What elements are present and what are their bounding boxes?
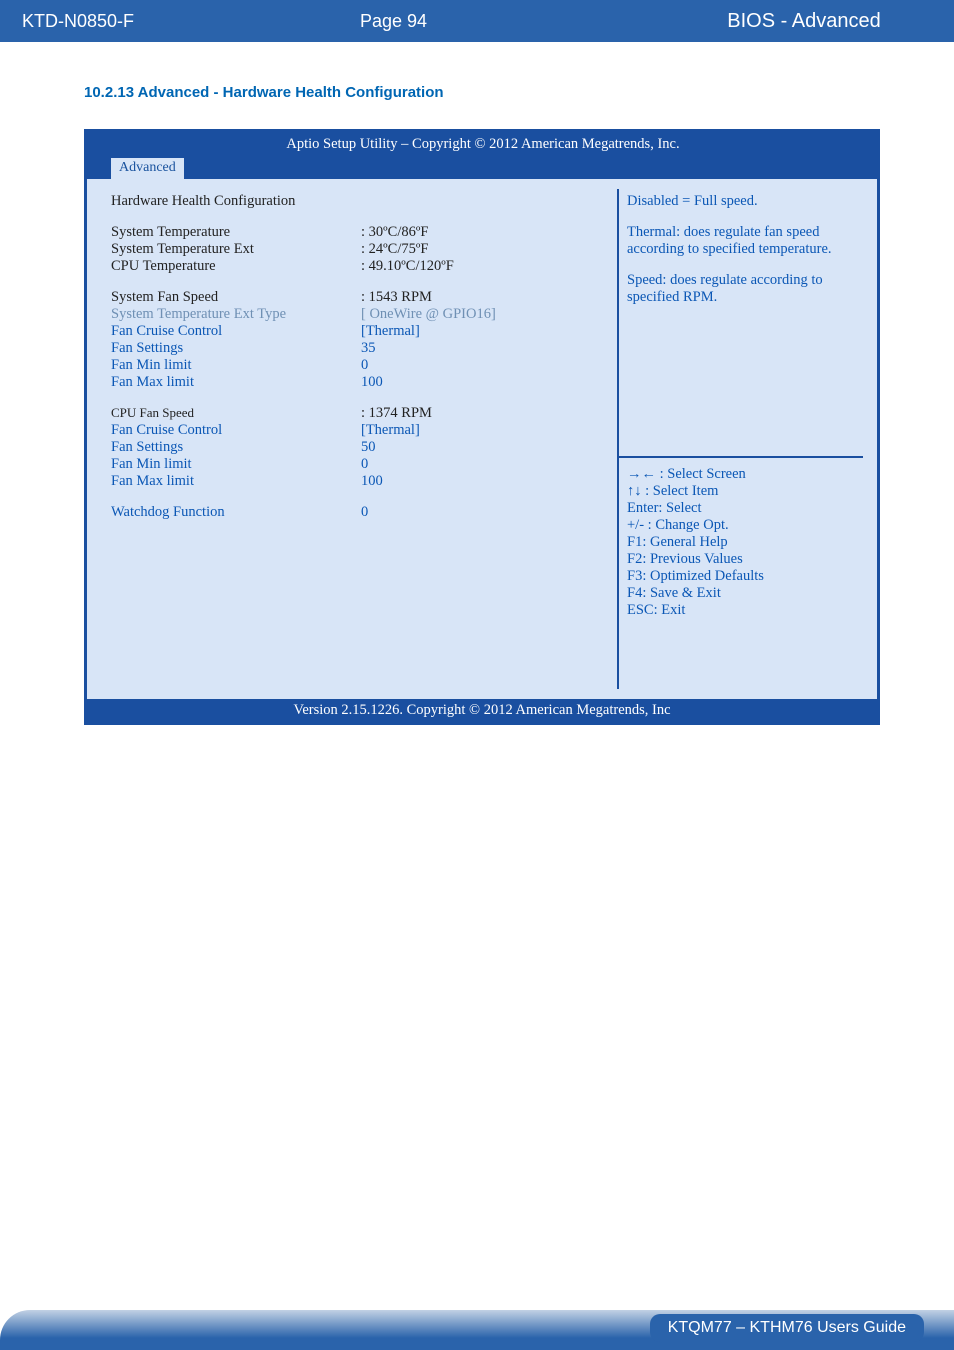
header-section: BIOS - Advanced [654,0,954,42]
fan-max-1-label[interactable]: Fan Max limit [111,374,361,391]
bios-left-pane: Hardware Health Configuration System Tem… [87,179,617,699]
key-change-opt: +/- : Change Opt. [627,517,863,534]
fan-min-1-label[interactable]: Fan Min limit [111,357,361,374]
bios-title: Aptio Setup Utility – Copyright © 2012 A… [87,132,877,157]
key-f1: F1: General Help [627,534,863,551]
key-esc: ESC: Exit [627,602,863,619]
fan-cruise-2-value[interactable]: [Thermal] [361,422,607,439]
fan-settings-1-label[interactable]: Fan Settings [111,340,361,357]
fan-settings-2-label[interactable]: Fan Settings [111,439,361,456]
help-line-1: Disabled = Full speed. [627,193,863,210]
fan-min-2-value[interactable]: 0 [361,456,607,473]
page-footer: KTQM77 – KTHM76 Users Guide [0,1300,954,1350]
footer-guide-label: KTQM77 – KTHM76 Users Guide [650,1314,924,1342]
sys-temp-label: System Temperature [111,224,361,241]
help-divider [619,456,863,458]
fan-min-2-label[interactable]: Fan Min limit [111,456,361,473]
cpu-temp-value: : 49.10ºC/120ºF [361,258,607,275]
bios-tab-row: Advanced [87,157,877,179]
sys-temp-value: : 30ºC/86ºF [361,224,607,241]
fan-max-2-value[interactable]: 100 [361,473,607,490]
bios-help-pane: Disabled = Full speed. Thermal: does reg… [619,179,877,699]
sys-fan-value: : 1543 RPM [361,289,607,306]
tab-advanced[interactable]: Advanced [111,158,184,180]
page-number: Page 94 [360,0,427,42]
cpu-fan-speed-value: : 1374 RPM [361,405,607,422]
watchdog-value[interactable]: 0 [361,504,607,521]
key-select-screen: →← : Select Screen [627,466,863,483]
fan-settings-1-value[interactable]: 35 [361,340,607,357]
fan-cruise-1-label[interactable]: Fan Cruise Control [111,323,361,340]
key-f4: F4: Save & Exit [627,585,863,602]
section-heading: 10.2.13 Advanced - Hardware Health Confi… [84,84,874,101]
key-select-item: ↑↓ : Select Item [627,483,863,500]
fan-max-2-label[interactable]: Fan Max limit [111,473,361,490]
page-header: KTD-N0850-F Page 94 BIOS - Advanced [0,0,954,48]
fan-cruise-2-label[interactable]: Fan Cruise Control [111,422,361,439]
sys-temp-ext-value: : 24ºC/75ºF [361,241,607,258]
help-line-3: Speed: does regulate according to specif… [627,272,863,306]
key-enter: Enter: Select [627,500,863,517]
key-f3: F3: Optimized Defaults [627,568,863,585]
doc-code: KTD-N0850-F [0,0,300,42]
sys-temp-ext-type-value[interactable]: [ OneWire @ GPIO16] [361,306,607,323]
sys-temp-ext-label: System Temperature Ext [111,241,361,258]
key-f2: F2: Previous Values [627,551,863,568]
cpu-fan-speed-label: CPU Fan Speed [111,405,361,422]
bios-version-footer: Version 2.15.1226. Copyright © 2012 Amer… [87,699,877,722]
fan-max-1-value[interactable]: 100 [361,374,607,391]
fan-cruise-1-value[interactable]: [Thermal] [361,323,607,340]
fan-settings-2-value[interactable]: 50 [361,439,607,456]
sys-fan-label: System Fan Speed [111,289,361,306]
hw-health-heading: Hardware Health Configuration [111,193,361,210]
fan-min-1-value[interactable]: 0 [361,357,607,374]
help-line-2: Thermal: does regulate fan speed accordi… [627,224,863,258]
cpu-temp-label: CPU Temperature [111,258,361,275]
sys-temp-ext-type-label[interactable]: System Temperature Ext Type [111,306,361,323]
watchdog-label[interactable]: Watchdog Function [111,504,361,521]
bios-panel: Aptio Setup Utility – Copyright © 2012 A… [84,129,880,725]
